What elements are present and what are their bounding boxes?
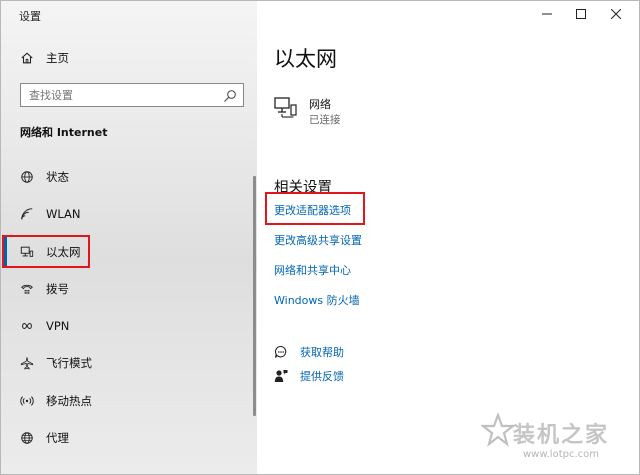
- sidebar-item-ethernet[interactable]: 以太网: [1, 235, 257, 269]
- close-button[interactable]: [601, 3, 631, 25]
- give-feedback-label: 提供反馈: [300, 370, 344, 383]
- page-title: 以太网: [274, 47, 337, 71]
- get-help-label: 获取帮助: [300, 346, 344, 359]
- section-title: 网络和 Internet: [20, 126, 108, 139]
- sidebar-item-label: 代理: [46, 431, 69, 445]
- link-change-adapter-options[interactable]: 更改适配器选项: [274, 202, 351, 218]
- link-network-sharing-center[interactable]: 网络和共享中心: [274, 262, 351, 278]
- home-icon: [19, 50, 35, 66]
- network-computer-icon[interactable]: [274, 97, 298, 119]
- sidebar-item-label: 移动热点: [46, 394, 92, 408]
- ethernet-icon: [19, 244, 35, 260]
- close-icon: [611, 9, 621, 19]
- sidebar: 设置 主页 网络和 Internet 状态 WLAN: [1, 1, 257, 474]
- help-chat-icon: [274, 345, 288, 359]
- hotspot-icon: [19, 393, 35, 409]
- watermark: 装机之家 www.lotpc.com: [481, 413, 631, 468]
- link-advanced-sharing-settings[interactable]: 更改高级共享设置: [274, 232, 362, 248]
- wifi-icon: [19, 206, 35, 222]
- globe-status-icon: [19, 169, 35, 185]
- sidebar-item-airplane[interactable]: 飞行模式: [1, 346, 257, 380]
- dialup-phone-icon: [19, 281, 35, 297]
- window-title: 设置: [19, 10, 41, 23]
- search-icon[interactable]: [223, 88, 237, 102]
- globe-proxy-icon: [19, 430, 35, 446]
- sidebar-item-status[interactable]: 状态: [1, 160, 257, 194]
- sidebar-item-label: 主页: [46, 51, 69, 65]
- sidebar-item-proxy[interactable]: 代理: [1, 421, 257, 455]
- minimize-icon: [542, 13, 552, 15]
- maximize-button[interactable]: [566, 3, 596, 25]
- get-help-link[interactable]: 获取帮助: [274, 344, 344, 360]
- search-input[interactable]: [29, 88, 214, 102]
- sidebar-item-label: 状态: [46, 170, 69, 184]
- sidebar-item-dialup[interactable]: 拨号: [1, 272, 257, 306]
- link-windows-firewall[interactable]: Windows 防火墙: [274, 292, 360, 308]
- sidebar-item-label: VPN: [46, 319, 70, 333]
- sidebar-item-label: 以太网: [46, 245, 81, 259]
- related-settings-title: 相关设置: [274, 180, 332, 196]
- search-field[interactable]: [20, 83, 244, 107]
- sidebar-item-home[interactable]: 主页: [1, 41, 257, 75]
- minimize-button[interactable]: [532, 3, 562, 25]
- vpn-icon: [19, 318, 35, 334]
- network-status: 已连接: [309, 114, 341, 126]
- feedback-person-icon: [274, 369, 288, 383]
- settings-window: 设置 主页 网络和 Internet 状态 WLAN: [0, 0, 640, 475]
- sidebar-item-vpn[interactable]: VPN: [1, 309, 257, 343]
- sidebar-item-label: 拨号: [46, 282, 69, 296]
- sidebar-item-hotspot[interactable]: 移动热点: [1, 384, 257, 418]
- give-feedback-link[interactable]: 提供反馈: [274, 368, 344, 384]
- airplane-icon: [19, 355, 35, 371]
- main-content: 以太网 网络 已连接 相关设置 更改适配器选项 更改高级共享设置 网络和共享中心…: [257, 1, 639, 474]
- watermark-star-logo: [481, 413, 515, 447]
- watermark-text: 装机之家: [513, 423, 610, 448]
- sidebar-item-wlan[interactable]: WLAN: [1, 197, 257, 231]
- maximize-icon: [576, 9, 586, 19]
- watermark-url: www.lotpc.com: [523, 449, 599, 460]
- sidebar-scrollbar[interactable]: [253, 176, 256, 416]
- sidebar-item-label: 飞行模式: [46, 356, 92, 370]
- network-name[interactable]: 网络: [309, 96, 331, 112]
- sidebar-item-label: WLAN: [46, 207, 81, 221]
